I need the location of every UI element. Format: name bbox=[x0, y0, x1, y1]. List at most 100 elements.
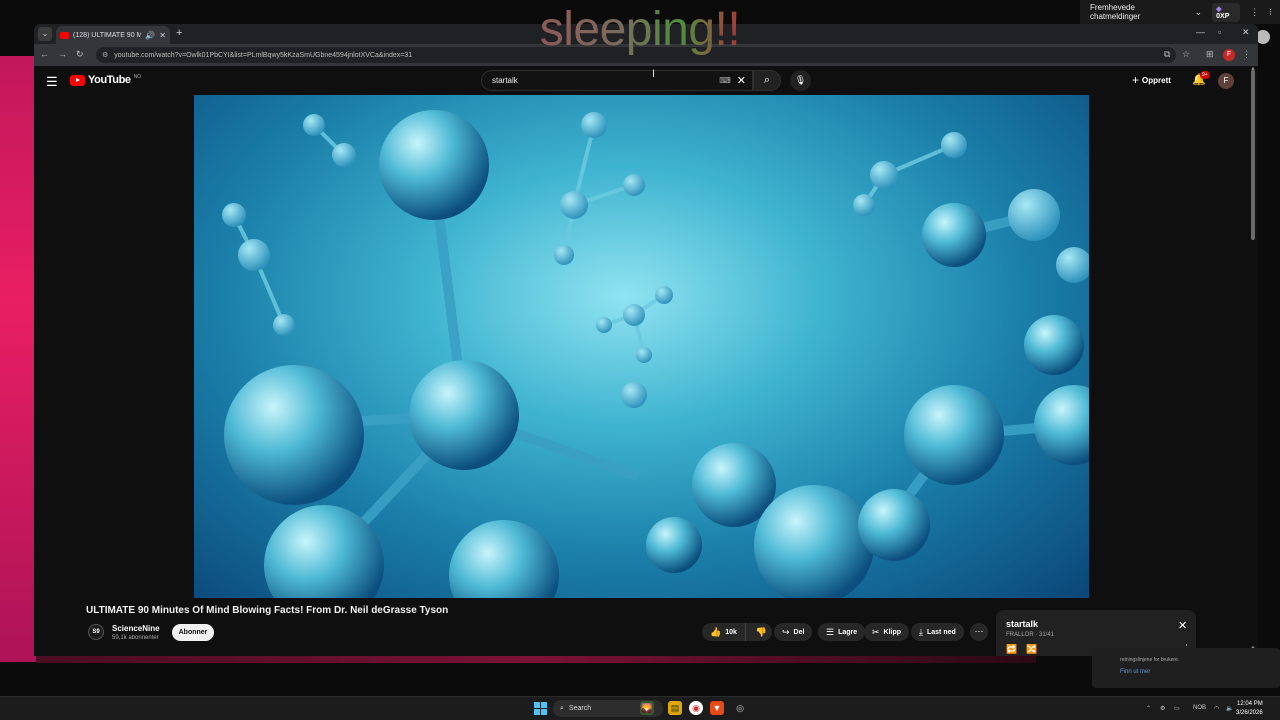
subscribe-button[interactable]: Abonner bbox=[172, 624, 214, 641]
windows-logo-icon bbox=[541, 702, 547, 708]
widgets-icon[interactable]: 🌄 bbox=[640, 701, 654, 715]
create-label: Opprett bbox=[1142, 75, 1171, 85]
background-window-edge-bottom bbox=[36, 655, 1036, 663]
tab-search-button[interactable]: ⌄ bbox=[38, 27, 52, 41]
thumbs-down-icon[interactable]: 👎 bbox=[750, 627, 773, 638]
clip-button[interactable]: ✂ Klipp bbox=[864, 623, 910, 641]
download-label: Last ned bbox=[926, 628, 956, 636]
scissors-icon: ✂ bbox=[872, 626, 880, 637]
new-tab-button[interactable]: + bbox=[176, 27, 182, 39]
youtube-wordmark: YouTube bbox=[88, 74, 131, 86]
xp-icon: ◈ bbox=[1216, 5, 1222, 13]
search-icon: ⌕ bbox=[560, 704, 564, 712]
share-icon: ↪ bbox=[782, 626, 790, 637]
reload-icon[interactable]: ↻ bbox=[76, 49, 84, 60]
profile-avatar[interactable]: F bbox=[1223, 49, 1235, 61]
thumbs-up-icon: 👍 bbox=[710, 626, 722, 637]
keyboard-language[interactable]: NOB bbox=[1193, 705, 1206, 711]
like-dislike-group: 👍 10k 👎 bbox=[702, 623, 772, 641]
desktop-screen: Fremhevede chatmeldinger ⌄ ◈ 0XP ⋮ ⁝ ⌄ (… bbox=[0, 0, 1280, 720]
page-scrollbar[interactable]: ▲ ▼ bbox=[1248, 66, 1258, 656]
create-button[interactable]: + Opprett bbox=[1132, 73, 1171, 87]
tray-app-icon[interactable]: ⚙ bbox=[1160, 705, 1165, 712]
notification-count-badge: 9+ bbox=[1200, 71, 1210, 79]
keyboard-icon[interactable]: ⌨ bbox=[719, 76, 731, 85]
save-button[interactable]: ☰ Lagre bbox=[818, 623, 866, 641]
share-button[interactable]: ↪ Del bbox=[774, 623, 813, 641]
minimize-icon[interactable]: — bbox=[1196, 27, 1205, 37]
close-icon[interactable]: ✕ bbox=[1178, 619, 1187, 632]
extensions-icon[interactable]: ⊞ bbox=[1206, 49, 1214, 60]
browser-menu-icon[interactable]: ⋮ bbox=[1242, 49, 1251, 60]
maximize-icon[interactable]: ▫ bbox=[1218, 27, 1221, 37]
close-window-icon[interactable]: ✕ bbox=[1242, 27, 1250, 38]
forward-arrow-icon[interactable]: → bbox=[58, 49, 67, 59]
wifi-icon[interactable]: ◠ bbox=[1214, 705, 1219, 712]
windows-logo-icon bbox=[541, 709, 547, 715]
taskbar-search-label: Search bbox=[568, 705, 592, 712]
volume-icon[interactable]: 🔈 bbox=[1226, 705, 1233, 712]
stream-overlay-text: sleeping!! bbox=[500, 2, 780, 57]
playlist-title[interactable]: startalk bbox=[1006, 619, 1038, 629]
bookmark-star-icon[interactable]: ☆ bbox=[1182, 49, 1190, 60]
brave-icon[interactable]: ▼ bbox=[710, 701, 724, 715]
more-vert-icon[interactable]: ⋮ bbox=[1250, 7, 1259, 18]
more-actions-icon[interactable]: ⋯ bbox=[970, 623, 988, 641]
shuffle-icon[interactable]: 🔀 bbox=[1026, 644, 1037, 655]
start-button[interactable] bbox=[534, 702, 547, 715]
windows-logo-icon bbox=[534, 702, 540, 708]
download-button[interactable]: ⤓ Last ned bbox=[911, 623, 964, 641]
taskbar: ⌕ Search 🌄 ▤ ◉ ▼ ◎ ⌃ ⚙ ▭ NOB ◠ 🔈 12:04 P… bbox=[0, 696, 1280, 720]
back-arrow-icon[interactable]: ← bbox=[40, 49, 49, 59]
subscriber-count: 59,1k abonnenter bbox=[112, 635, 159, 641]
close-tab-icon[interactable]: ✕ bbox=[159, 31, 166, 40]
playlist-subtitle: FRALLOR · 31/41 bbox=[1006, 632, 1055, 638]
chrome-icon[interactable]: ◉ bbox=[689, 701, 703, 715]
share-label: Del bbox=[793, 628, 805, 636]
like-button[interactable]: 👍 10k bbox=[702, 623, 746, 641]
overlay-label: sleeping!! bbox=[539, 3, 741, 56]
taskbar-clock[interactable]: 12:04 PM 3/26/2026 bbox=[1236, 700, 1263, 718]
file-explorer-icon[interactable]: ▤ bbox=[668, 701, 682, 715]
clip-label: Klipp bbox=[883, 628, 902, 636]
account-avatar[interactable]: F bbox=[1218, 73, 1234, 89]
search-query: startalk bbox=[492, 76, 518, 85]
background-window-edge bbox=[0, 56, 36, 662]
youtube-play-icon bbox=[70, 74, 85, 86]
site-info-icon[interactable]: ⚙ bbox=[102, 51, 108, 59]
obs-icon[interactable]: ◎ bbox=[733, 701, 747, 715]
search-button[interactable]: ⌕ bbox=[753, 70, 781, 91]
featured-chat-dropdown[interactable]: Fremhevede chatmeldinger bbox=[1090, 3, 1185, 21]
speaker-icon[interactable]: 🔊 bbox=[145, 31, 155, 40]
video-player[interactable] bbox=[194, 95, 1089, 598]
clock-time: 12:04 PM bbox=[1237, 701, 1263, 707]
youtube-favicon-icon bbox=[60, 31, 69, 39]
menu-icon[interactable]: ☰ bbox=[46, 74, 58, 90]
search-input[interactable]: startalk ⌨ ✕ bbox=[481, 70, 753, 91]
notification-text: retningslinjene for brukere. bbox=[1120, 657, 1180, 663]
molecules-artwork bbox=[222, 110, 1089, 598]
xp-badge[interactable]: ◈ 0XP bbox=[1212, 2, 1241, 22]
microphone-icon[interactable]: 🎙 bbox=[790, 70, 811, 91]
channel-name[interactable]: ScienceNine bbox=[112, 624, 160, 633]
tray-chevron-icon[interactable]: ⌃ bbox=[1146, 705, 1151, 712]
windows-logo-icon bbox=[534, 709, 540, 715]
region-code: NO bbox=[133, 74, 142, 80]
video-title: ULTIMATE 90 Minutes Of Mind Blowing Fact… bbox=[86, 605, 449, 616]
channel-avatar[interactable]: S9 bbox=[88, 624, 104, 640]
like-count: 10k bbox=[725, 628, 737, 636]
scroll-thumb[interactable] bbox=[1251, 70, 1255, 240]
clear-search-icon[interactable]: ✕ bbox=[737, 74, 746, 87]
side-circle-button[interactable] bbox=[1256, 30, 1270, 44]
youtube-logo[interactable]: YouTube NO bbox=[70, 74, 141, 86]
text-cursor-icon: I bbox=[652, 68, 656, 80]
chat-panel-controls: Fremhevede chatmeldinger ⌄ ◈ 0XP ⋮ ⁝ bbox=[1082, 2, 1280, 22]
loop-icon[interactable]: 🔁 bbox=[1006, 644, 1017, 655]
install-app-icon[interactable]: ⧉ bbox=[1164, 49, 1170, 60]
tray-flag-icon[interactable]: ▭ bbox=[1174, 705, 1180, 712]
learn-more-link[interactable]: Finn ut mer bbox=[1120, 669, 1150, 675]
download-icon: ⤓ bbox=[919, 626, 923, 637]
save-playlist-icon: ☰ bbox=[826, 626, 835, 637]
browser-tab[interactable]: (128) ULTIMATE 90 Minutes Of Mind Blowin… bbox=[56, 26, 170, 44]
more-horiz-icon[interactable]: ⁝ bbox=[1269, 7, 1272, 18]
